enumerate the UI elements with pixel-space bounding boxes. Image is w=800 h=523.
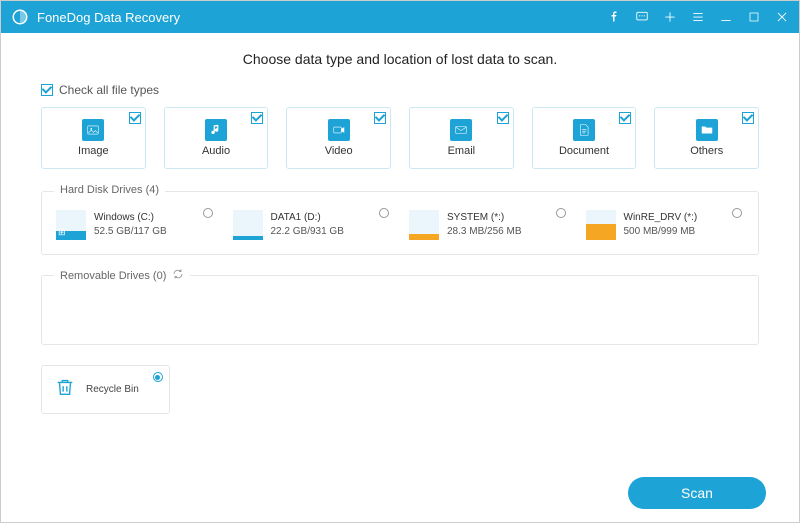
app-title: FoneDog Data Recovery	[37, 10, 180, 25]
video-icon	[328, 119, 350, 141]
type-label: Video	[325, 145, 353, 157]
drive-name: SYSTEM (*:)	[447, 211, 521, 225]
type-card-others[interactable]: Others	[654, 107, 759, 169]
refresh-icon[interactable]	[172, 268, 184, 283]
hard-drives-title: Hard Disk Drives (4)	[54, 184, 165, 196]
type-label: Image	[78, 145, 109, 157]
check-all-toggle[interactable]: Check all file types	[41, 83, 759, 97]
menu-icon[interactable]	[691, 10, 705, 24]
type-card-image[interactable]: Image	[41, 107, 146, 169]
title-bar: FoneDog Data Recovery	[1, 1, 799, 33]
drive-usage: 22.2 GB/931 GB	[271, 225, 344, 239]
type-card-email[interactable]: Email	[409, 107, 514, 169]
folder-icon	[696, 119, 718, 141]
type-checkbox[interactable]	[742, 112, 754, 124]
removable-drives-group: Removable Drives (0)	[41, 275, 759, 345]
drive-icon	[233, 210, 263, 240]
type-card-document[interactable]: Document	[532, 107, 637, 169]
add-icon[interactable]	[663, 10, 677, 24]
drive-name: Windows (C:)	[94, 211, 167, 225]
type-checkbox[interactable]	[251, 112, 263, 124]
drive-card-d[interactable]: DATA1 (D:) 22.2 GB/931 GB	[233, 210, 392, 240]
drive-icon	[586, 210, 616, 240]
trash-icon	[54, 376, 76, 403]
drive-icon	[409, 210, 439, 240]
document-icon	[573, 119, 595, 141]
drive-usage: 28.3 MB/256 MB	[447, 225, 521, 239]
type-checkbox[interactable]	[374, 112, 386, 124]
drive-name: DATA1 (D:)	[271, 211, 344, 225]
check-all-label: Check all file types	[59, 83, 159, 97]
drive-card-c[interactable]: ⊞ Windows (C:) 52.5 GB/117 GB	[56, 210, 215, 240]
drive-icon: ⊞	[56, 210, 86, 240]
close-icon[interactable]	[775, 10, 789, 24]
drive-name: WinRE_DRV (*:)	[624, 211, 698, 225]
type-label: Audio	[202, 145, 230, 157]
drive-radio[interactable]	[203, 208, 213, 218]
feedback-icon[interactable]	[635, 10, 649, 24]
drive-radio[interactable]	[556, 208, 566, 218]
scan-button[interactable]: Scan	[628, 477, 766, 509]
maximize-icon[interactable]	[747, 10, 761, 24]
type-label: Others	[690, 145, 723, 157]
drive-radio[interactable]	[732, 208, 742, 218]
facebook-icon[interactable]	[607, 10, 621, 24]
drive-card-winre[interactable]: WinRE_DRV (*:) 500 MB/999 MB	[586, 210, 745, 240]
recycle-bin-card[interactable]: Recycle Bin	[41, 365, 170, 414]
minimize-icon[interactable]	[719, 10, 733, 24]
type-checkbox[interactable]	[619, 112, 631, 124]
type-checkbox[interactable]	[497, 112, 509, 124]
hard-drives-group: Hard Disk Drives (4) ⊞ Windows (C:) 52.5…	[41, 191, 759, 255]
drive-radio[interactable]	[379, 208, 389, 218]
app-logo-icon	[11, 8, 29, 26]
audio-icon	[205, 119, 227, 141]
type-label: Document	[559, 145, 609, 157]
recycle-radio[interactable]	[153, 372, 163, 382]
type-label: Email	[448, 145, 476, 157]
type-card-video[interactable]: Video	[286, 107, 391, 169]
drive-card-system[interactable]: SYSTEM (*:) 28.3 MB/256 MB	[409, 210, 568, 240]
image-icon	[82, 119, 104, 141]
file-types-row: Image Audio Video Email Document Others	[41, 107, 759, 169]
removable-drives-title: Removable Drives (0)	[60, 270, 166, 282]
type-checkbox[interactable]	[129, 112, 141, 124]
recycle-label: Recycle Bin	[86, 384, 139, 395]
drive-usage: 500 MB/999 MB	[624, 225, 698, 239]
type-card-audio[interactable]: Audio	[164, 107, 269, 169]
drive-usage: 52.5 GB/117 GB	[94, 225, 167, 239]
page-heading: Choose data type and location of lost da…	[41, 51, 759, 67]
email-icon	[450, 119, 472, 141]
check-all-checkbox[interactable]	[41, 84, 53, 96]
